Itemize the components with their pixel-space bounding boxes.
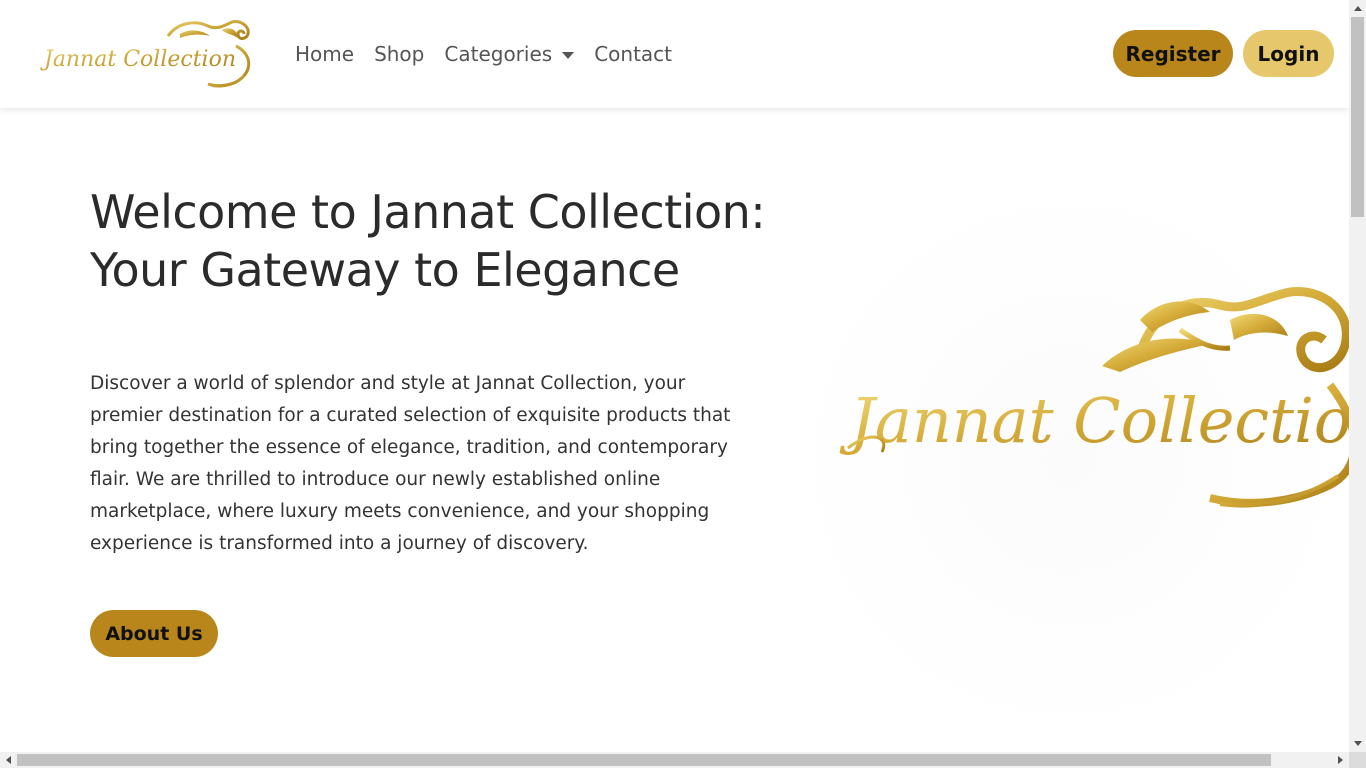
svg-text:Jannat Collection: Jannat Collection: [839, 384, 1349, 457]
arrow-right-icon: [1338, 756, 1343, 764]
svg-text:Jannat Collection: Jannat Collection: [40, 47, 236, 72]
about-us-button[interactable]: About Us: [90, 610, 218, 657]
hero-logo-graphic: Jannat Collection: [790, 180, 1349, 740]
nav-link-contact[interactable]: Contact: [584, 40, 682, 68]
nav-link-categories[interactable]: Categories: [434, 40, 584, 68]
login-button[interactable]: Login: [1243, 30, 1334, 77]
nav-link-shop[interactable]: Shop: [364, 40, 434, 68]
scroll-left-button[interactable]: [0, 752, 17, 768]
nav-link-home[interactable]: Home: [285, 40, 364, 68]
nav-link-categories-label: Categories: [444, 42, 553, 66]
arrow-left-icon: [6, 756, 11, 764]
scrollbar-corner: [1349, 752, 1366, 768]
scroll-down-button[interactable]: [1349, 735, 1366, 752]
nav-links: Home Shop Categories Contact: [285, 40, 682, 68]
arrow-up-icon: [1353, 6, 1362, 11]
scroll-up-button[interactable]: [1349, 0, 1366, 17]
arrow-down-icon: [1353, 741, 1362, 746]
horizontal-scroll-thumb[interactable]: [17, 754, 1271, 766]
hero-title: Welcome to Jannat Collection: Your Gatew…: [90, 185, 766, 297]
page: Jannat Collection Home Shop Categories C…: [0, 0, 1366, 768]
brand-logo[interactable]: Jannat Collection: [40, 16, 255, 92]
vertical-scroll-thumb[interactable]: [1351, 17, 1364, 217]
nav-link-shop-label: Shop: [374, 42, 425, 66]
scroll-right-button[interactable]: [1332, 752, 1349, 768]
nav-link-home-label: Home: [295, 42, 355, 66]
navbar: Jannat Collection Home Shop Categories C…: [0, 0, 1349, 108]
nav-link-contact-label: Contact: [594, 42, 672, 66]
vertical-scrollbar[interactable]: [1349, 0, 1366, 752]
horizontal-scrollbar[interactable]: [0, 752, 1349, 768]
hero-logo-image: Jannat Collection: [790, 180, 1349, 740]
hero-description: Discover a world of splendor and style a…: [90, 373, 731, 554]
caret-down-icon: [562, 51, 575, 59]
brand-logo-image: Jannat Collection: [40, 20, 251, 88]
register-button[interactable]: Register: [1113, 30, 1233, 77]
